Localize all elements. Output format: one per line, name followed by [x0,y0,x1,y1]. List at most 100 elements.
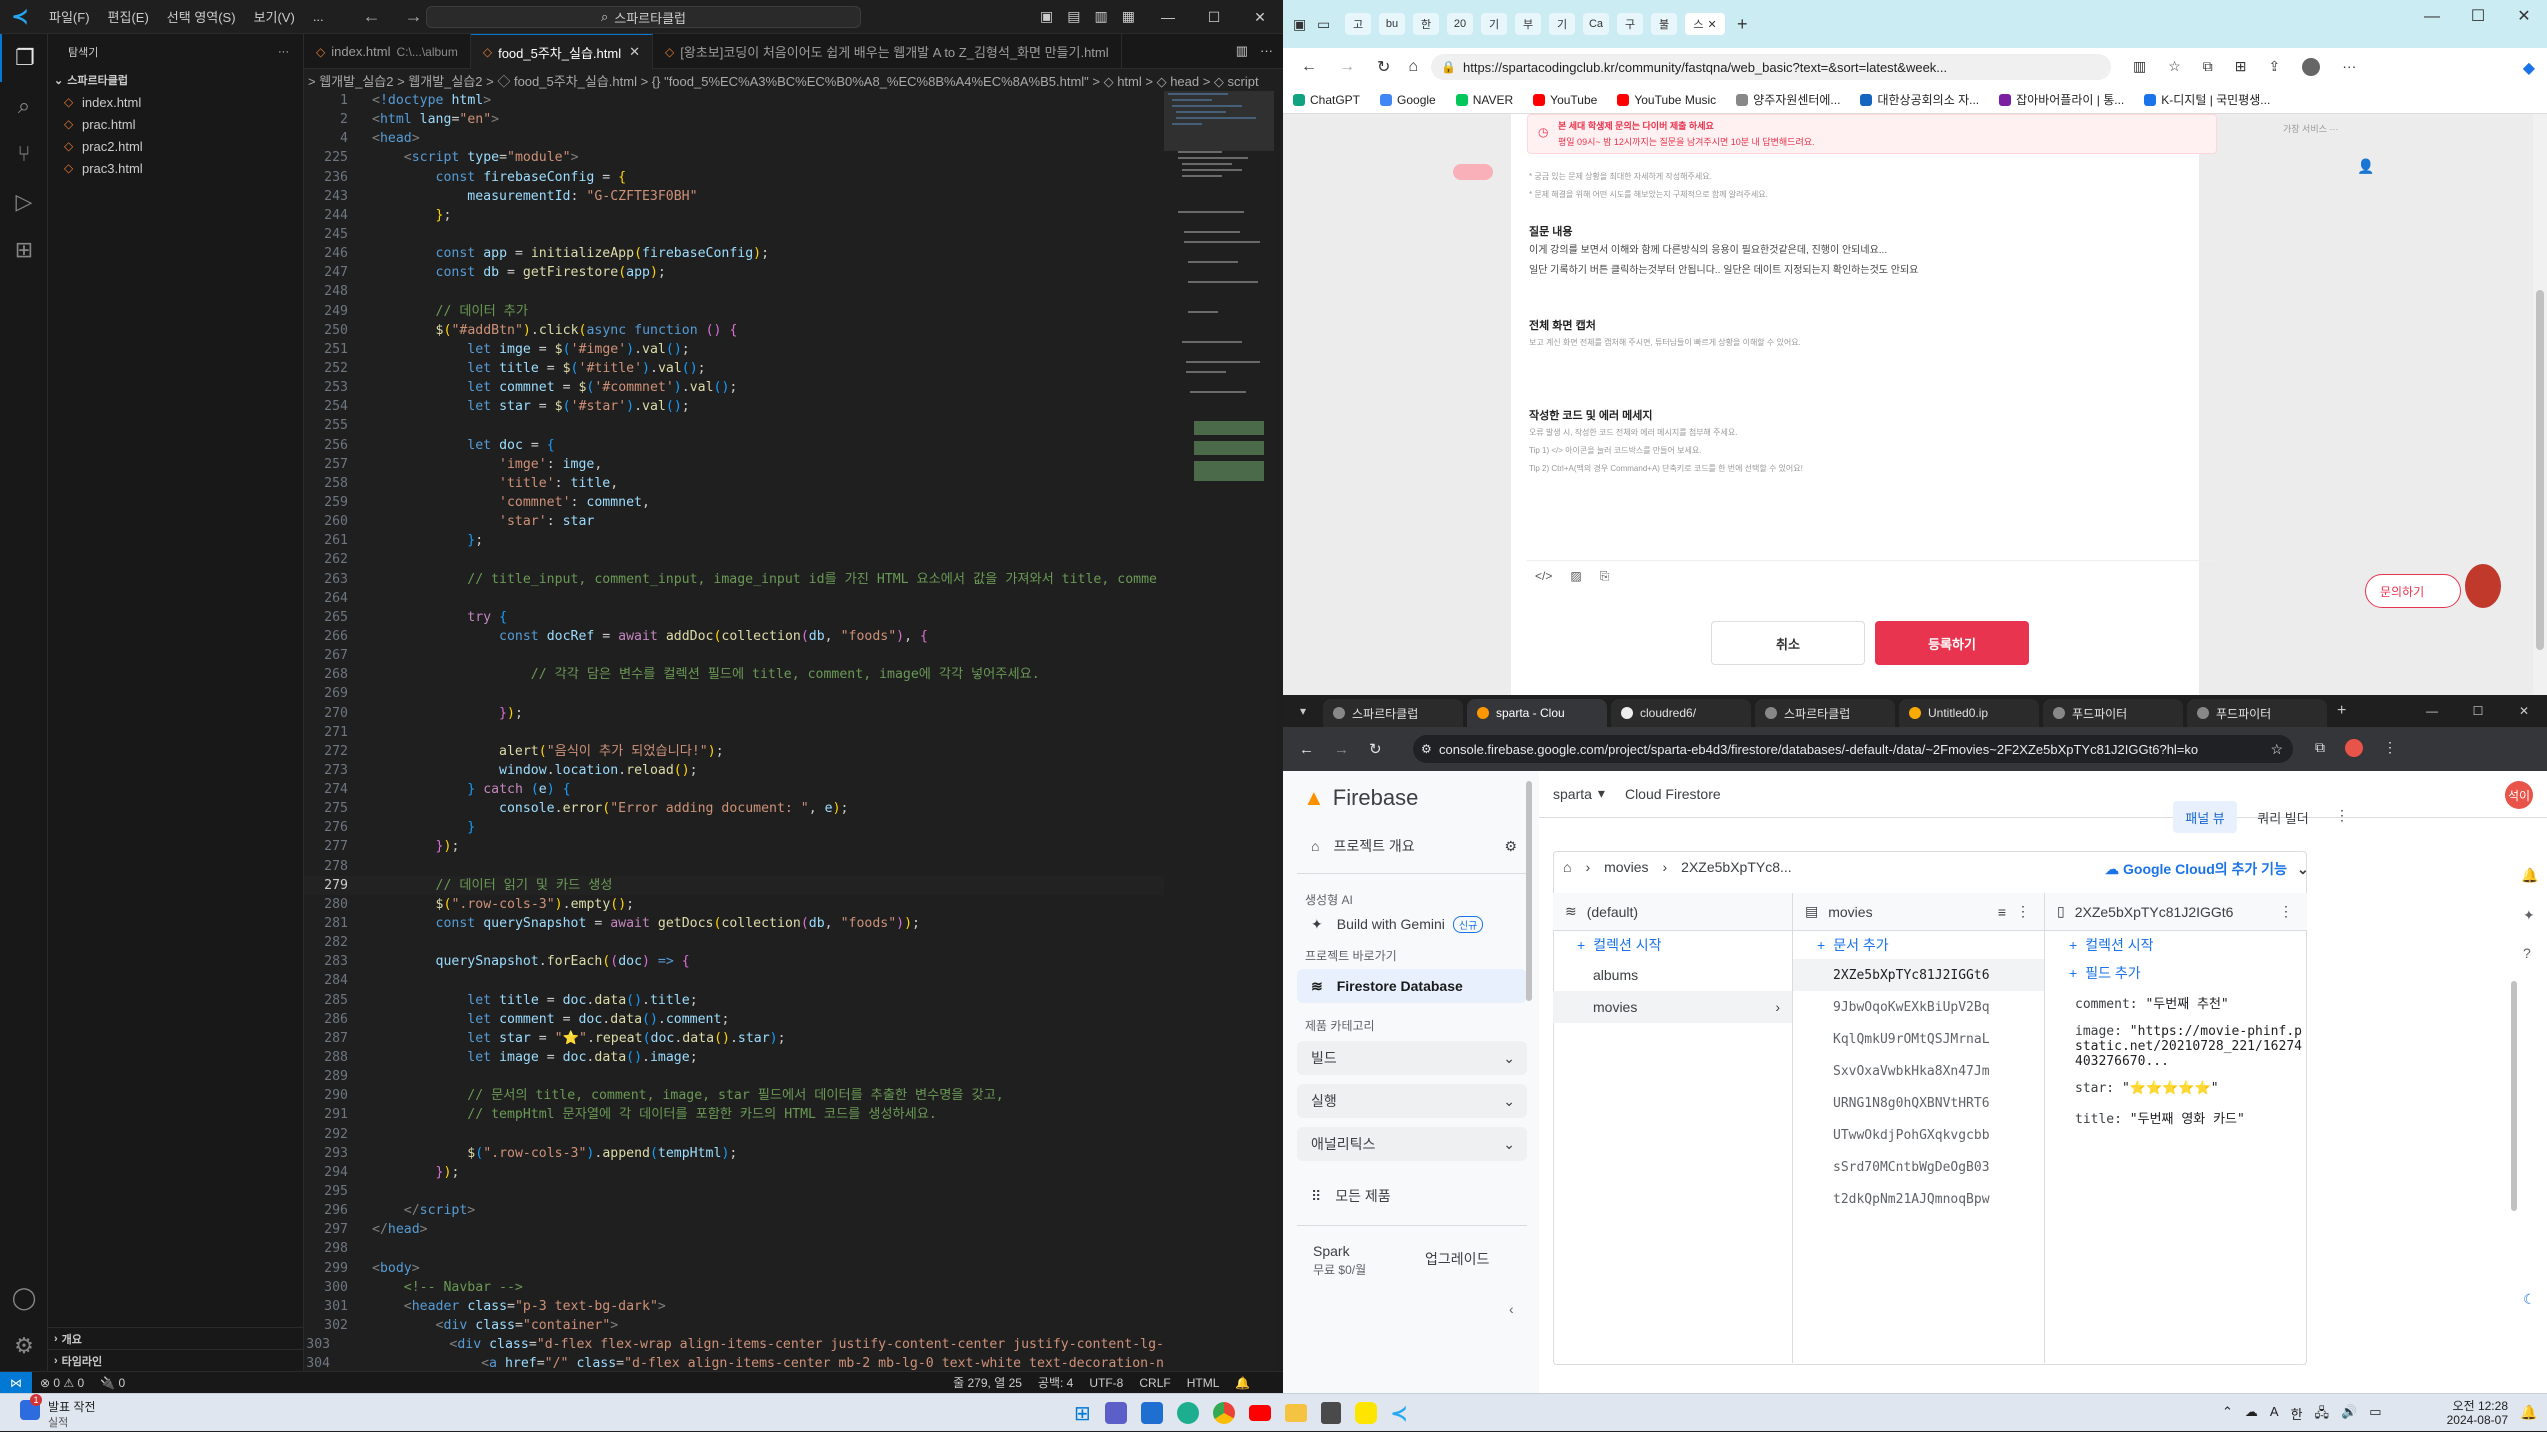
code-line[interactable]: 282 [304,933,1164,952]
breadcrumb-collection[interactable]: movies [1604,859,1648,875]
copilot-icon[interactable]: ◆ [2523,58,2535,78]
explorer-icon[interactable]: ❐ [0,34,48,82]
more-actions-icon[interactable]: ··· [1260,43,1273,59]
menu-more[interactable]: ... [304,9,333,24]
code-line[interactable]: 296 </script> [304,1201,1164,1220]
code-line[interactable]: 258 'title': title, [304,474,1164,493]
dark-mode-icon[interactable]: ☾ [2523,1291,2536,1308]
code-line[interactable]: 279 // 데이터 읽기 및 카드 생성 [304,875,1164,895]
source-control-icon[interactable]: ⑂ [0,130,48,178]
line-code[interactable]: $("#addBtn").click(async function () { [348,321,738,340]
line-code[interactable]: try { [348,608,507,627]
line-ending[interactable]: CRLF [1139,1376,1170,1390]
code-line[interactable]: 275 console.error("Error adding document… [304,799,1164,818]
build-with-gemini[interactable]: ✦ Build with Gemini 신규 [1297,907,1527,941]
edge-tab[interactable]: 한 [1413,13,1439,35]
file-explorer-icon[interactable] [1284,1404,1307,1422]
bookmark-item[interactable]: Google [1380,93,1436,107]
more-options-icon[interactable]: ⋮ [2016,903,2030,920]
line-code[interactable]: <div class="d-flex flex-wrap align-items… [330,1335,1164,1354]
edge-tab[interactable]: 불 [1651,13,1677,35]
code-line[interactable]: 301 <header class="p-3 text-bg-dark"> [304,1297,1164,1316]
line-code[interactable]: // tempHtml 문자열에 각 데이터를 포함한 카드의 HTML 코드를… [348,1105,937,1124]
line-code[interactable]: measurementId: "G-CZFTE3F0BH" [348,187,697,206]
layout-icon[interactable]: ▦ [1122,8,1135,25]
collection-albums[interactable]: albums [1553,959,1792,991]
code-line[interactable]: 294 }); [304,1163,1164,1182]
code-line[interactable]: 271 [304,723,1164,742]
code-line[interactable]: 259 'commnet': commnet, [304,493,1164,512]
line-code[interactable]: console.error("Error adding document: ",… [348,799,848,818]
category-run[interactable]: 실행 ⌄ [1297,1084,1527,1118]
attach-file-icon[interactable]: ⎘ [1600,569,1610,584]
line-code[interactable]: // 각각 담은 변수를 컬렉션 필드에 title, comment, ima… [348,665,1040,684]
line-code[interactable]: let imge = $('#imge').val(); [348,340,689,359]
line-code[interactable]: <html lang="en"> [348,110,499,129]
code-line[interactable]: 288 let image = doc.data().image; [304,1048,1164,1067]
code-line[interactable]: 4 <head> [304,129,1164,148]
edge-address-bar[interactable]: 🔒 https://spartacodingclub.kr/community/… [1431,54,2111,80]
menu-file[interactable]: 파일(F) [40,7,99,26]
line-code[interactable]: let star = "⭐".repeat(doc.data().star); [348,1029,785,1048]
category-build[interactable]: 빌드 ⌄ [1297,1041,1527,1075]
reload-icon[interactable]: ↻ [1369,740,1382,758]
document-item[interactable]: 2XZe5bXpTYc81J2IGGt6 [1793,959,2044,991]
share-icon[interactable]: ⇪ [2269,58,2281,76]
close-icon[interactable]: ✕ [2501,695,2547,727]
workspaces-icon[interactable]: ▣ [1293,16,1317,33]
bookmark-item[interactable]: ChatGPT [1293,93,1360,107]
profile-avatar[interactable] [2345,739,2363,757]
line-code[interactable]: let title = doc.data().title; [348,991,697,1010]
forward-arrow-icon[interactable]: → [1334,741,1349,758]
code-line[interactable]: 265 try { [304,608,1164,627]
back-arrow-icon[interactable]: ← [1299,741,1314,758]
notifications-bell-icon[interactable]: 🔔 [2521,867,2538,884]
more-menu-icon[interactable]: ⋮ [2383,739,2397,757]
line-code[interactable]: <head> [348,129,420,148]
problems-count[interactable]: ⊗ 0 ⚠ 0 [40,1376,84,1390]
bookmark-star-icon[interactable]: ☆ [2270,741,2283,758]
chrome-icon[interactable] [1212,1402,1235,1424]
code-line[interactable]: 290 // 문서의 title, comment, image, star 필… [304,1086,1164,1105]
line-code[interactable]: <div class="container"> [348,1316,619,1335]
code-line[interactable]: 273 window.location.reload(); [304,761,1164,780]
remote-icon[interactable]: ⋈ [0,1371,32,1393]
file-item[interactable]: ◇ prac2.html [48,135,303,157]
edge-tab[interactable]: 20 [1447,13,1473,35]
code-line[interactable]: 236 const firebaseConfig = { [304,168,1164,187]
code-line[interactable]: 287 let star = "⭐".repeat(doc.data().sta… [304,1029,1164,1048]
add-field-link[interactable]: + 필드 추가 [2045,959,2307,987]
line-code[interactable] [348,1125,372,1144]
document-item[interactable]: UTwwOkdjPohGXqkvgcbb [1793,1119,2044,1151]
run-debug-icon[interactable]: ▷ [0,178,48,226]
back-arrow-icon[interactable]: ← [1301,58,1317,76]
settings-gear-icon[interactable]: ⚙ [1504,838,1517,855]
line-code[interactable] [348,1239,372,1258]
ports-count[interactable]: 🔌 0 [100,1376,125,1390]
code-block-icon[interactable]: </> [1535,569,1552,584]
bookmark-item[interactable]: 대한상공회의소 자... [1860,91,1979,108]
code-line[interactable]: 276 } [304,818,1164,837]
line-code[interactable]: const app = initializeApp(firebaseConfig… [348,244,770,263]
code-line[interactable]: 272 alert("음식이 추가 되었습니다!"); [304,742,1164,761]
file-item[interactable]: ◇ prac.html [48,113,303,135]
chrome-tab[interactable]: 푸드파이터 [2043,699,2183,727]
bookmark-item[interactable]: 잡아바어플라이 | 통... [1999,91,2124,108]
code-line[interactable]: 257 'imge': imge, [304,455,1164,474]
project-selector[interactable]: sparta [1553,786,1592,802]
line-code[interactable]: } [348,818,475,837]
main-scrollbar[interactable] [2511,981,2517,1211]
line-code[interactable]: <header class="p-3 text-bg-dark"> [348,1297,666,1316]
favorites-icon[interactable]: ☆ [2168,58,2181,76]
toggle-panel-icon[interactable]: ▤ [1067,8,1080,25]
line-code[interactable] [348,933,372,952]
cursor-position[interactable]: 줄 279, 열 25 [953,1374,1022,1391]
gemini-sparkle-icon[interactable]: ✦ [2523,907,2535,924]
line-code[interactable]: let image = doc.data().image; [348,1048,697,1067]
timeline-section[interactable]: › 타임라인 [48,1349,304,1371]
line-code[interactable]: // title_input, comment_input, image_inp… [348,570,1157,589]
breadcrumb[interactable]: > 웹개발_실습2 > 웹개발_실습2 > ◇ food_5주차_실습.html… [304,69,1283,91]
bookmark-item[interactable]: K-디지털 | 국민평생... [2144,91,2270,108]
split-screen-icon[interactable]: ▥ [2133,58,2146,76]
code-line[interactable]: 2 <html lang="en"> [304,110,1164,129]
